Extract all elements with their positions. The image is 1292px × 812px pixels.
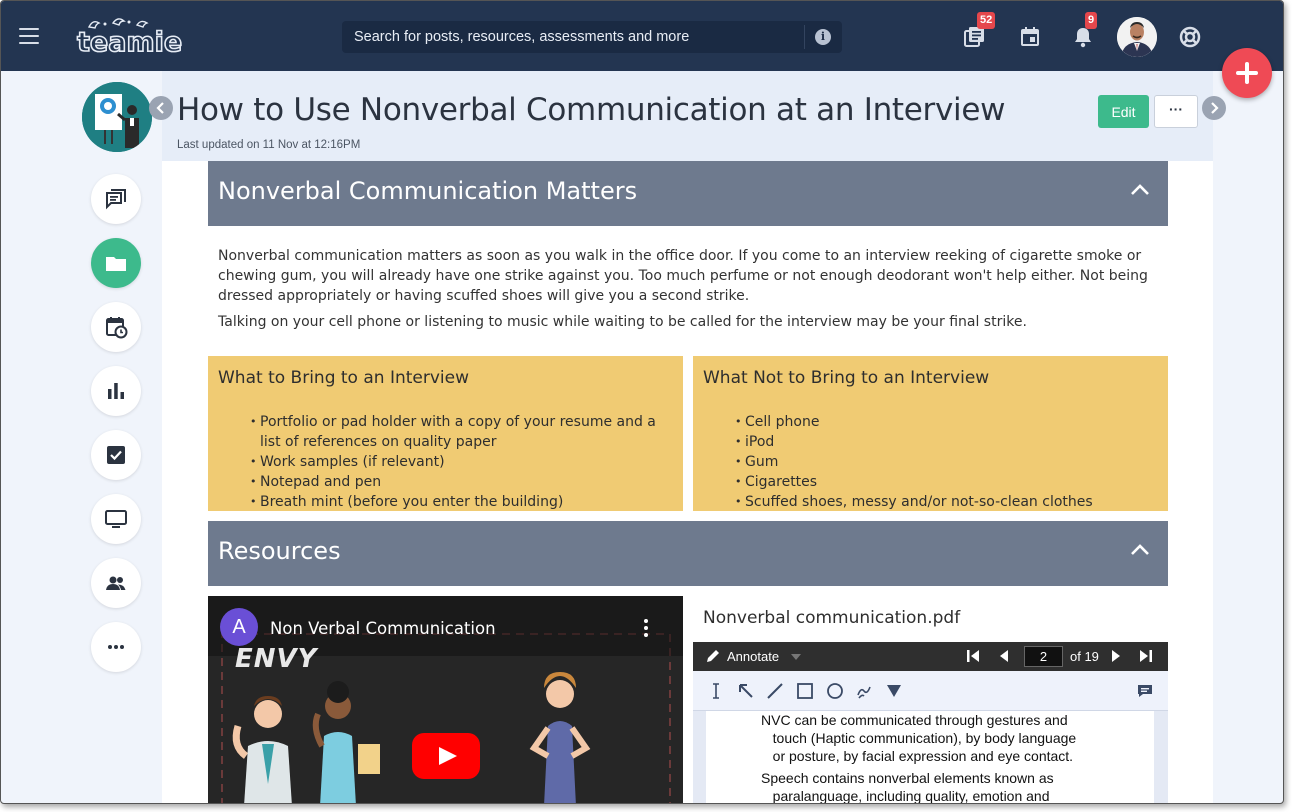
bar-chart-icon	[108, 383, 124, 399]
rail-resources-button[interactable]	[91, 238, 141, 288]
previous-page-arrow[interactable]	[149, 96, 173, 120]
calendar-icon[interactable]	[1018, 25, 1042, 49]
arrow-tool-icon[interactable]	[736, 681, 756, 701]
calendar-clock-icon	[106, 317, 128, 339]
notifications-bell-icon[interactable]: 9	[1071, 12, 1098, 49]
chevron-up-icon[interactable]	[1130, 543, 1150, 557]
paragraph-nonverbal-2: Talking on your cell phone or listening …	[218, 314, 1027, 330]
section-header-nonverbal-matters[interactable]: Nonverbal Communication Matters	[208, 161, 1168, 226]
page-number-input[interactable]: 2	[1024, 646, 1063, 667]
user-avatar[interactable]	[1117, 17, 1157, 57]
list-item: iPod	[735, 432, 1155, 452]
bring-list: Portfolio or pad holder with a copy of y…	[250, 412, 670, 511]
checkbox-icon	[107, 446, 125, 464]
previous-page-icon[interactable]	[996, 648, 1012, 664]
search-bar[interactable]: i	[342, 21, 842, 53]
next-page-icon[interactable]	[1108, 648, 1124, 664]
search-divider	[804, 25, 805, 49]
not-bring-list: Cell phone iPod Gum Cigarettes Scuffed s…	[735, 412, 1155, 511]
video-player[interactable]: ENVY A Non Verbal Communication	[208, 596, 683, 803]
freehand-tool-icon[interactable]	[854, 681, 874, 701]
people-icon	[106, 576, 126, 590]
chevron-up-icon[interactable]	[1130, 183, 1150, 197]
paragraph-nonverbal-1: Nonverbal communication matters as soon …	[218, 248, 1148, 304]
play-button[interactable]	[412, 733, 480, 779]
chevron-right-icon	[1211, 102, 1219, 114]
callout-what-not-to-bring: What Not to Bring to an Interview Cell p…	[693, 356, 1168, 511]
pdf-text-line: NVC can be communicated through gestures…	[761, 712, 1068, 728]
callout-title: What to Bring to an Interview	[218, 368, 469, 388]
teamie-logo[interactable]: teamie	[76, 15, 183, 59]
monitor-icon	[105, 510, 127, 528]
video-title[interactable]: Non Verbal Communication	[270, 619, 496, 638]
next-page-arrow[interactable]	[1202, 96, 1226, 120]
callout-title: What Not to Bring to an Interview	[703, 368, 990, 388]
notifications-badge: 9	[1085, 12, 1098, 29]
info-icon[interactable]: i	[815, 29, 831, 45]
pdf-text-line: touch (Haptic communication), by body la…	[761, 730, 1077, 746]
list-item: Cell phone	[735, 412, 1155, 432]
video-slate-word: ENVY	[235, 644, 318, 674]
list-item: Gum	[735, 452, 1155, 472]
list-item: Cigarettes	[735, 472, 1155, 492]
dropdown-caret-icon[interactable]	[790, 653, 802, 661]
pdf-text-line: Speech contains nonverbal elements known…	[761, 770, 1054, 786]
more-dots-icon	[108, 645, 124, 649]
help-lifebuoy-icon[interactable]	[1178, 25, 1202, 49]
section-header-resources[interactable]: Resources	[208, 521, 1168, 586]
app-window: teamie i 52	[0, 0, 1284, 804]
rail-analytics-button[interactable]	[91, 366, 141, 416]
rail-present-button[interactable]	[91, 494, 141, 544]
comment-icon[interactable]	[1135, 681, 1155, 701]
first-page-icon[interactable]	[965, 648, 981, 664]
list-item: Breath mint (before you enter the buildi…	[250, 492, 670, 511]
create-fab-button[interactable]	[1222, 48, 1272, 98]
channel-avatar[interactable]: A	[220, 608, 258, 646]
folder-icon	[106, 257, 126, 271]
text-cursor-icon[interactable]	[706, 681, 726, 701]
list-item: Notepad and pen	[250, 472, 670, 492]
list-item: Work samples (if relevant)	[250, 452, 670, 472]
list-item: Portfolio or pad holder with a copy of y…	[250, 412, 670, 452]
rail-schedule-button[interactable]	[91, 302, 141, 352]
menu-icon[interactable]	[19, 28, 39, 44]
section-title: Resources	[218, 537, 341, 565]
last-page-icon[interactable]	[1138, 648, 1154, 664]
pdf-filename[interactable]: Nonverbal communication.pdf	[703, 608, 960, 628]
annotate-menu[interactable]: Annotate	[727, 649, 779, 664]
logo-text: teamie	[76, 26, 183, 59]
rail-assessments-button[interactable]	[91, 430, 141, 480]
chevron-left-icon	[156, 102, 164, 114]
callout-what-to-bring: What to Bring to an Interview Portfolio …	[208, 356, 683, 511]
rail-posts-button[interactable]	[91, 174, 141, 224]
posts-chat-icon	[106, 189, 126, 210]
pdf-text-line: paralanguage, including quality, emotion…	[761, 788, 1050, 804]
search-input[interactable]	[342, 21, 804, 53]
last-updated-text: Last updated on 11 Nov at 12:16PM	[177, 139, 361, 151]
section-title: Nonverbal Communication Matters	[218, 177, 638, 205]
rectangle-tool-icon[interactable]	[795, 681, 815, 701]
edit-button[interactable]: Edit	[1098, 95, 1149, 128]
top-bar: teamie i 52	[1, 1, 1283, 71]
lessons-icon[interactable]: 52	[963, 12, 996, 49]
more-tools-caret-icon[interactable]	[884, 681, 904, 701]
classroom-avatar[interactable]	[82, 82, 152, 152]
rail-members-button[interactable]	[91, 558, 141, 608]
rail-more-button[interactable]	[91, 622, 141, 672]
pencil-icon[interactable]	[705, 648, 721, 664]
ellipse-tool-icon[interactable]	[825, 681, 845, 701]
list-item: Scuffed shoes, messy and/or not-so-clean…	[735, 492, 1155, 511]
page-total: of 19	[1070, 649, 1099, 664]
pdf-text-line: or posture, by facial expression and eye…	[761, 748, 1074, 764]
lessons-badge: 52	[977, 12, 996, 29]
page-options-button[interactable]: ···	[1154, 95, 1198, 128]
line-tool-icon[interactable]	[765, 681, 785, 701]
page-title: How to Use Nonverbal Communication at an…	[177, 92, 1006, 128]
